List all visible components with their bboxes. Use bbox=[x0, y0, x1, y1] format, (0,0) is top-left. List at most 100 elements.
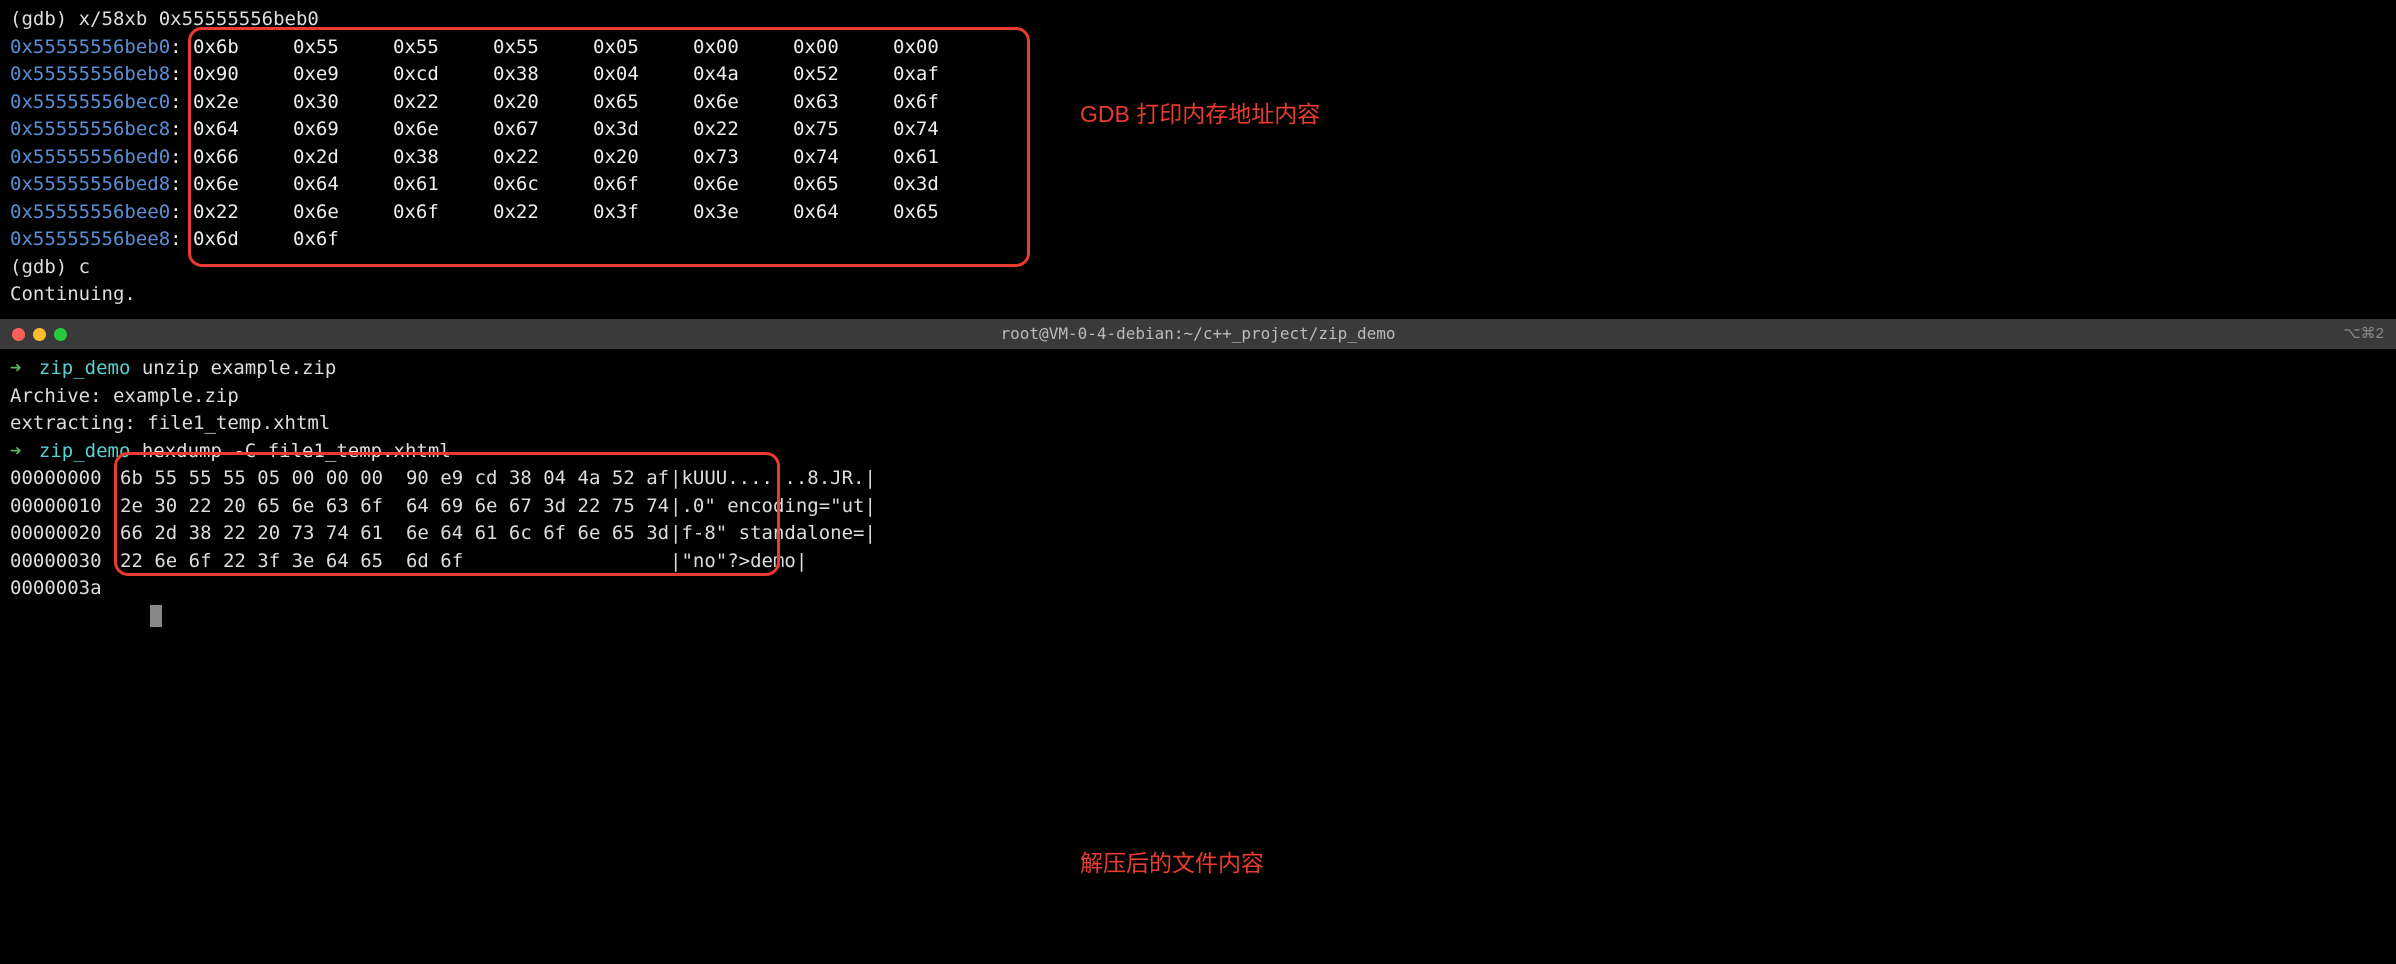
gdb-output-section: (gdb) x/58xb 0x55555556beb0 0x55555556be… bbox=[0, 0, 2396, 319]
hexdump-row: 000000102e 30 22 20 65 6e 63 6f 64 69 6e… bbox=[10, 493, 2386, 521]
hexdump-offset: 00000000 bbox=[10, 465, 120, 493]
hex-byte: 0x75 bbox=[793, 116, 893, 144]
hexdump-row: 0000003022 6e 6f 22 3f 3e 64 65 6d 6f|"n… bbox=[10, 548, 2386, 576]
prompt-arrow-icon: ➜ bbox=[10, 440, 21, 462]
memory-address: 0x55555556bec0 bbox=[10, 91, 170, 113]
hex-byte: 0x00 bbox=[893, 34, 993, 62]
close-icon[interactable] bbox=[12, 328, 25, 341]
terminal-cursor bbox=[150, 605, 162, 627]
hexdump-row: 0000002066 2d 38 22 20 73 74 61 6e 64 61… bbox=[10, 520, 2386, 548]
hex-byte: 0x65 bbox=[893, 199, 993, 227]
hex-byte: 0x63 bbox=[793, 89, 893, 117]
hex-byte: 0x74 bbox=[893, 116, 993, 144]
archive-line: Archive: example.zip bbox=[10, 383, 2386, 411]
memory-address: 0x55555556bee0 bbox=[10, 201, 170, 223]
gdb-continue-command: (gdb) c bbox=[10, 254, 2386, 282]
hexdump-ascii: |.0" encoding="ut| bbox=[670, 493, 876, 521]
terminal-shortcut-label: ⌥⌘2 bbox=[2343, 323, 2384, 345]
hex-byte: 0x00 bbox=[693, 34, 793, 62]
hex-byte: 0x6e bbox=[693, 89, 793, 117]
hex-byte: 0x52 bbox=[793, 61, 893, 89]
hex-byte: 0x4a bbox=[693, 61, 793, 89]
hexdump-offset: 00000010 bbox=[10, 493, 120, 521]
cursor-line bbox=[10, 603, 2386, 631]
maximize-icon[interactable] bbox=[54, 328, 67, 341]
hex-byte: 0x90 bbox=[193, 61, 293, 89]
hex-byte: 0x6f bbox=[893, 89, 993, 117]
hex-byte: 0xe9 bbox=[293, 61, 393, 89]
hex-byte: 0x55 bbox=[393, 34, 493, 62]
prompt-dir: zip_demo bbox=[39, 440, 131, 462]
hex-byte: 0x38 bbox=[393, 144, 493, 172]
hex-byte: 0x2e bbox=[193, 89, 293, 117]
hex-byte: 0x73 bbox=[693, 144, 793, 172]
hex-byte: 0x6e bbox=[293, 199, 393, 227]
hexdump-row: 000000006b 55 55 55 05 00 00 00 90 e9 cd… bbox=[10, 465, 2386, 493]
hexdump-end-offset: 0000003a bbox=[10, 575, 2386, 603]
prompt-arrow-icon: ➜ bbox=[10, 357, 21, 379]
hex-byte: 0x38 bbox=[493, 61, 593, 89]
hex-byte: 0x3d bbox=[893, 171, 993, 199]
hexdump-ascii: |f-8" standalone=| bbox=[670, 520, 876, 548]
command-line-1: ➜ zip_demo unzip example.zip bbox=[10, 355, 2386, 383]
annotation-gdb-memory: GDB 打印内存地址内容 bbox=[1080, 98, 1320, 131]
hex-byte: 0x6c bbox=[493, 171, 593, 199]
hex-byte: 0x6e bbox=[393, 116, 493, 144]
hex-byte: 0x30 bbox=[293, 89, 393, 117]
hex-byte: 0x05 bbox=[593, 34, 693, 62]
hex-byte: 0x6f bbox=[393, 199, 493, 227]
hex-byte: 0x6d bbox=[193, 226, 293, 254]
hex-byte: 0xaf bbox=[893, 61, 993, 89]
hex-byte: 0x64 bbox=[293, 171, 393, 199]
hex-byte: 0x20 bbox=[493, 89, 593, 117]
hex-byte: 0x66 bbox=[193, 144, 293, 172]
prompt-dir: zip_demo bbox=[39, 357, 131, 379]
hexdump-ascii: |kUUU.......8.JR.| bbox=[670, 465, 876, 493]
minimize-icon[interactable] bbox=[33, 328, 46, 341]
terminal-title-bar[interactable]: root@VM-0-4-debian:~/c++_project/zip_dem… bbox=[0, 319, 2396, 349]
memory-row: 0x55555556bed8: 0x6e0x640x610x6c0x6f0x6e… bbox=[10, 171, 2386, 199]
hex-byte: 0x74 bbox=[793, 144, 893, 172]
hex-byte: 0x65 bbox=[793, 171, 893, 199]
memory-row: 0x55555556beb8: 0x900xe90xcd0x380x040x4a… bbox=[10, 61, 2386, 89]
memory-row: 0x55555556bed0: 0x660x2d0x380x220x200x73… bbox=[10, 144, 2386, 172]
hex-byte: 0x55 bbox=[493, 34, 593, 62]
memory-address: 0x55555556bed8 bbox=[10, 173, 170, 195]
terminal-title: root@VM-0-4-debian:~/c++_project/zip_dem… bbox=[1001, 322, 1396, 345]
memory-address: 0x55555556beb8 bbox=[10, 63, 170, 85]
hex-byte: 0x6f bbox=[293, 226, 393, 254]
memory-row: 0x55555556beb0: 0x6b0x550x550x550x050x00… bbox=[10, 34, 2386, 62]
hex-byte: 0x61 bbox=[893, 144, 993, 172]
hex-byte: 0x64 bbox=[193, 116, 293, 144]
hex-byte: 0x6f bbox=[593, 171, 693, 199]
hex-byte: 0x55 bbox=[293, 34, 393, 62]
hex-byte: 0x6b bbox=[193, 34, 293, 62]
hex-byte: 0x3d bbox=[593, 116, 693, 144]
hexdump-ascii: |"no"?>demo| bbox=[670, 548, 807, 576]
hex-byte: 0x22 bbox=[693, 116, 793, 144]
hex-byte: 0x3e bbox=[693, 199, 793, 227]
hex-byte: 0x20 bbox=[593, 144, 693, 172]
hex-byte: 0x61 bbox=[393, 171, 493, 199]
hexdump-offset: 00000030 bbox=[10, 548, 120, 576]
hex-byte: 0x00 bbox=[793, 34, 893, 62]
extracting-line: extracting: file1_temp.xhtml bbox=[10, 410, 2386, 438]
memory-address: 0x55555556bec8 bbox=[10, 118, 170, 140]
gdb-examine-command: (gdb) x/58xb 0x55555556beb0 bbox=[10, 6, 2386, 34]
memory-address: 0x55555556bed0 bbox=[10, 146, 170, 168]
hex-byte: 0x69 bbox=[293, 116, 393, 144]
memory-address: 0x55555556beb0 bbox=[10, 36, 170, 58]
hex-byte: 0x22 bbox=[493, 144, 593, 172]
memory-row: 0x55555556bee0: 0x220x6e0x6f0x220x3f0x3e… bbox=[10, 199, 2386, 227]
memory-address: 0x55555556bee8 bbox=[10, 228, 170, 250]
hex-byte: 0x6e bbox=[693, 171, 793, 199]
hex-byte: 0x2d bbox=[293, 144, 393, 172]
memory-row: 0x55555556bee8: 0x6d0x6f bbox=[10, 226, 2386, 254]
hex-byte: 0x3f bbox=[593, 199, 693, 227]
annotation-file-content: 解压后的文件内容 bbox=[1080, 847, 1264, 880]
hex-byte: 0x22 bbox=[193, 199, 293, 227]
hex-byte: 0x22 bbox=[393, 89, 493, 117]
window-controls bbox=[12, 328, 67, 341]
terminal-output-section: ➜ zip_demo unzip example.zip Archive: ex… bbox=[0, 349, 2396, 636]
hexdump-offset: 00000020 bbox=[10, 520, 120, 548]
